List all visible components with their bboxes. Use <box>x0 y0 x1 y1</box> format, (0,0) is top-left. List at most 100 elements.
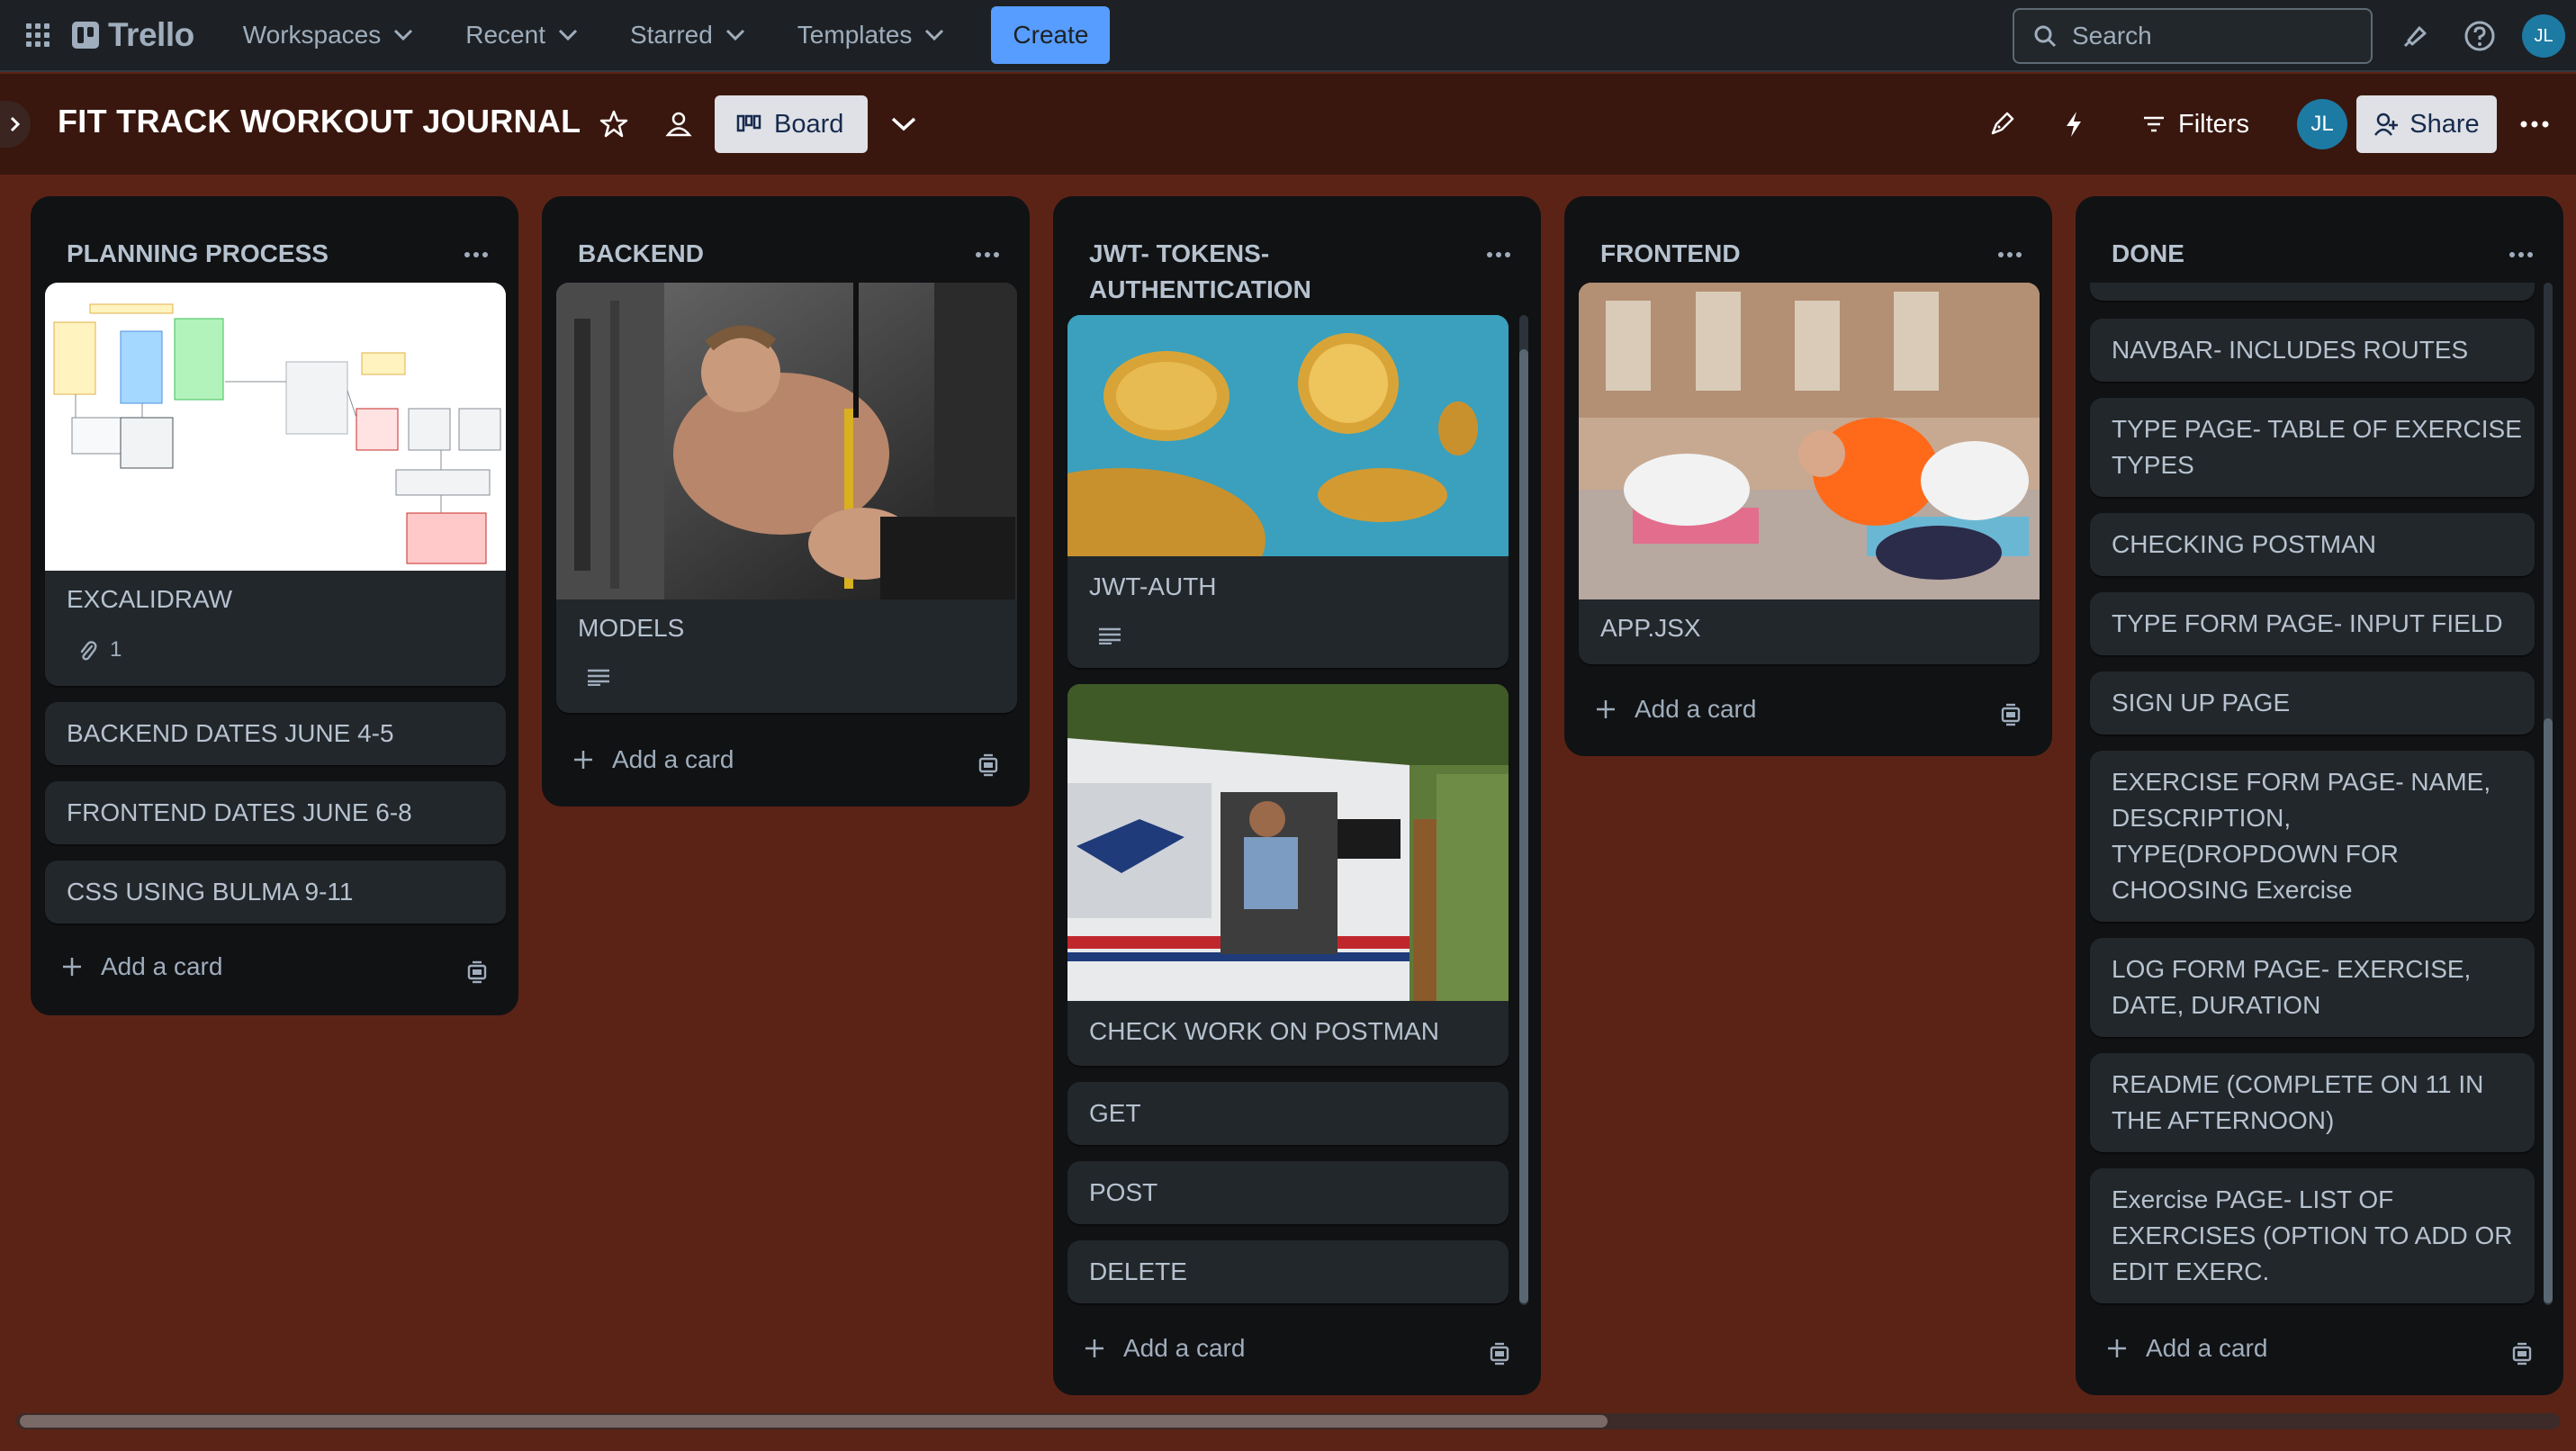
card-checking-postman[interactable]: CHECKING POSTMAN <box>2090 513 2535 576</box>
create-from-template-icon[interactable] <box>2504 1336 2540 1372</box>
card-cover-coins-photo <box>1067 315 1509 612</box>
board-member-avatar[interactable]: JL <box>2297 99 2347 149</box>
expand-sidebar-button[interactable] <box>0 101 31 148</box>
card-title-line: TYPES <box>2112 451 2194 479</box>
list-title[interactable]: BACKEND <box>578 236 965 272</box>
board-horizontal-scrollbar-thumb[interactable] <box>20 1415 1608 1428</box>
card-post[interactable]: POST <box>1067 1161 1509 1224</box>
diagram-thumbnail <box>53 303 501 564</box>
card-frontend-dates[interactable]: FRONTEND DATES JUNE 6-8 <box>45 781 506 844</box>
list-title[interactable]: PLANNING PROCESS <box>67 236 454 272</box>
card-cover-diagram <box>45 283 506 571</box>
board-menu-icon[interactable] <box>2511 101 2558 148</box>
search-input[interactable]: Search <box>2013 8 2373 64</box>
card-title-line: TYPE PAGE- TABLE OF EXERCISE <box>2112 415 2522 443</box>
chevron-down-icon <box>394 29 413 41</box>
card-log-form-page[interactable]: LOG FORM PAGE- EXERCISE, DATE, DURATION <box>2090 938 2535 1037</box>
create-from-template-icon[interactable] <box>1482 1336 1518 1372</box>
card-models[interactable]: MODELS <box>556 283 1017 713</box>
card-exercise-page[interactable]: Exercise PAGE- LIST OF EXERCISES (OPTION… <box>2090 1168 2535 1303</box>
power-ups-icon[interactable] <box>1978 101 2025 148</box>
card-title-line: CHOOSING Exercise <box>2112 876 2353 904</box>
list-menu-icon[interactable] <box>1476 232 1521 277</box>
card-scrolled-partial[interactable] <box>2090 283 2535 301</box>
card-readme[interactable]: README (COMPLETE ON 11 IN THE AFTERNOON) <box>2090 1053 2535 1152</box>
notifications-icon[interactable] <box>2392 14 2437 59</box>
board-title[interactable]: FIT TRACK WORKOUT JOURNAL <box>58 103 581 140</box>
list-title-line: JWT- TOKENS- <box>1089 239 1270 267</box>
list-done: DONE NAVBAR- INCLUDES ROUTES TYPE PAGE- … <box>2076 196 2563 1395</box>
attachment-badge: 1 <box>77 637 122 662</box>
card-check-work-on-postman[interactable]: CHECK WORK ON POSTMAN <box>1067 684 1509 1066</box>
board-view-button[interactable]: Board <box>715 95 868 153</box>
card-get[interactable]: GET <box>1067 1082 1509 1145</box>
add-card-button[interactable]: Add a card <box>61 952 222 981</box>
card-backend-dates[interactable]: BACKEND DATES JUNE 4-5 <box>45 702 506 765</box>
add-card-button[interactable]: Add a card <box>1084 1334 1245 1363</box>
app-switcher-icon[interactable] <box>11 8 65 62</box>
help-icon[interactable] <box>2457 14 2502 59</box>
list-menu-icon[interactable] <box>965 232 1010 277</box>
card-cover-yoga-photo <box>1579 283 2040 599</box>
nav-starred-dropdown[interactable]: Starred <box>608 8 767 62</box>
add-card-button[interactable]: Add a card <box>2106 1334 2267 1363</box>
filters-label: Filters <box>2178 109 2249 139</box>
create-from-template-icon[interactable] <box>459 954 495 990</box>
description-icon <box>587 668 610 690</box>
trello-logo[interactable]: Trello <box>72 16 194 54</box>
card-type-page[interactable]: TYPE PAGE- TABLE OF EXERCISE TYPES <box>2090 398 2535 497</box>
nav-recent-dropdown[interactable]: Recent <box>444 8 599 62</box>
card-navbar-routes[interactable]: NAVBAR- INCLUDES ROUTES <box>2090 319 2535 382</box>
card-title: CHECK WORK ON POSTMAN <box>1089 1017 1439 1045</box>
list-frontend: FRONTEND APP.JSX Add a card <box>1564 196 2052 756</box>
list-scrollbar-thumb[interactable] <box>2544 718 2553 1303</box>
create-button[interactable]: Create <box>991 6 1111 64</box>
board-icon <box>736 114 761 132</box>
card-excalidraw[interactable]: EXCALIDRAW 1 <box>45 283 506 686</box>
card-title-line: LOG FORM PAGE- EXERCISE, <box>2112 955 2472 983</box>
card-title: CSS USING BULMA 9-11 <box>67 878 354 906</box>
visibility-icon[interactable] <box>655 101 702 148</box>
card-jwt-auth[interactable]: JWT-AUTH <box>1067 315 1509 668</box>
list-menu-icon[interactable] <box>1987 232 2032 277</box>
view-switcher-chevron-icon[interactable] <box>880 101 927 148</box>
list-menu-icon[interactable] <box>2499 232 2544 277</box>
card-title: JWT-AUTH <box>1089 572 1217 600</box>
create-from-template-icon[interactable] <box>1993 697 2029 733</box>
card-app-jsx[interactable]: APP.JSX <box>1579 283 2040 664</box>
share-button[interactable]: Share <box>2356 95 2497 153</box>
list-title[interactable]: JWT- TOKENS- AUTHENTICATION <box>1089 236 1467 308</box>
logo-text: Trello <box>108 16 194 53</box>
card-title-line: TYPE(DROPDOWN FOR <box>2112 840 2399 868</box>
list-scrollbar-thumb[interactable] <box>1519 349 1528 1303</box>
nav-workspaces-dropdown[interactable]: Workspaces <box>221 8 436 62</box>
card-title: FRONTEND DATES JUNE 6-8 <box>67 798 412 826</box>
add-card-button[interactable]: Add a card <box>572 745 734 774</box>
card-title: TYPE PAGE- TABLE OF EXERCISE TYPES <box>2112 411 2522 483</box>
filters-button[interactable]: Filters <box>2142 95 2249 153</box>
list-title[interactable]: DONE <box>2112 236 2499 272</box>
card-title: BACKEND DATES JUNE 4-5 <box>67 719 394 747</box>
list-menu-icon[interactable] <box>454 232 499 277</box>
plus-icon <box>2108 1339 2126 1357</box>
plus-icon <box>1597 700 1615 718</box>
card-title-line: DESCRIPTION, <box>2112 804 2292 832</box>
card-sign-up-page[interactable]: SIGN UP PAGE <box>2090 671 2535 735</box>
card-exercise-form-page[interactable]: EXERCISE FORM PAGE- NAME, DESCRIPTION, T… <box>2090 751 2535 922</box>
nav-templates-dropdown[interactable]: Templates <box>776 8 967 62</box>
card-title: EXERCISE FORM PAGE- NAME, DESCRIPTION, T… <box>2112 764 2490 908</box>
plus-icon <box>63 958 81 976</box>
star-board-icon[interactable] <box>590 101 637 148</box>
card-delete[interactable]: DELETE <box>1067 1240 1509 1303</box>
create-from-template-icon[interactable] <box>970 747 1006 783</box>
add-card-button[interactable]: Add a card <box>1595 695 1756 724</box>
user-avatar[interactable]: JL <box>2522 14 2565 58</box>
card-css-bulma[interactable]: CSS USING BULMA 9-11 <box>45 861 506 924</box>
list-jwt-tokens-authentication: JWT- TOKENS- AUTHENTICATION JWT-AUTH CHE… <box>1053 196 1541 1395</box>
list-title[interactable]: FRONTEND <box>1600 236 1987 272</box>
automation-icon[interactable] <box>2050 101 2097 148</box>
card-type-form-page[interactable]: TYPE FORM PAGE- INPUT FIELD <box>2090 592 2535 655</box>
nav-item-label: Templates <box>797 21 913 49</box>
add-card-label: Add a card <box>1635 695 1757 723</box>
card-title: APP.JSX <box>1600 614 1701 642</box>
